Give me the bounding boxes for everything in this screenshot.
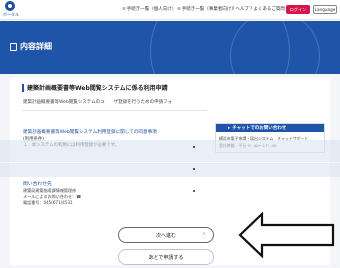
scroll-dot	[193, 190, 195, 192]
help-icon: ?	[232, 6, 235, 12]
divider	[22, 110, 207, 111]
site-header: ポータル ≡ 手続き一覧（個人向け） ≡ 手続き一覧（事業者向け） ? ヘルプ …	[0, 0, 340, 20]
nav-help[interactable]: ? ヘルプ	[232, 6, 249, 13]
chevron-right-icon: ›	[203, 231, 205, 237]
question-icon: ?	[250, 6, 253, 12]
list-icon: ≡	[177, 6, 181, 12]
login-button[interactable]: ログイン	[286, 5, 310, 14]
section-title-text: 建築計画概要書等Web閲覧システムに係る利用申請	[27, 85, 168, 92]
list-icon: ≡	[122, 6, 126, 12]
agreement-link[interactable]: 建築計画概要書等Web閲覧システム利用登録に関しての同意事項	[23, 129, 157, 135]
language-button[interactable]: Language	[313, 5, 337, 14]
chat-icon: ▸	[228, 125, 231, 131]
apply-later-button[interactable]: あとで申請する	[118, 249, 214, 265]
nav-procedures-individual[interactable]: ≡ 手続き一覧（個人向け）	[122, 6, 177, 13]
next-button[interactable]: 次へ進む ›	[118, 227, 214, 243]
site-logo[interactable]: ポータル	[3, 1, 19, 19]
next-button-label: 次へ進む	[155, 232, 176, 239]
page-banner: 内容詳細	[0, 21, 340, 74]
chat-header[interactable]: ▸ チャットでのお問い合わせ	[216, 124, 324, 132]
page: ポータル ≡ 手続き一覧（個人向け） ≡ 手続き一覧（事業者向け） ? ヘルプ …	[0, 0, 340, 268]
logo-mark-icon	[5, 1, 15, 11]
scroll-dot	[193, 146, 195, 148]
logo-text: ポータル	[3, 12, 19, 17]
title-accent-bar	[22, 83, 24, 92]
nav-faq[interactable]: ? よくあるご質問	[250, 6, 285, 13]
section-title: 建築計画概要書等Web閲覧システムに係る利用申請	[22, 83, 168, 92]
description-text: 建築計画概要書等Web閲覧システムのユ ザ登録を行うための申請フォ	[23, 100, 173, 105]
contact-line: 電話番号：045(671)4531	[23, 200, 73, 205]
nav-label: 手続き一覧（個人向け）	[126, 7, 177, 12]
scroll-dot	[193, 168, 195, 170]
apply-later-label: あとで申請する	[148, 254, 184, 261]
page-title: 内容詳細	[10, 41, 52, 52]
left-arrow-icon	[238, 212, 335, 258]
nav-label: よくあるご質問	[253, 7, 285, 12]
nav-label: 手続き一覧（事業者向け）	[181, 7, 236, 12]
nav-label: ヘルプ	[235, 7, 249, 12]
nav-procedures-business[interactable]: ≡ 手続き一覧（事業者向け）	[177, 6, 236, 13]
document-icon	[10, 42, 17, 51]
chat-title: チャットでのお問い合わせ	[232, 126, 287, 131]
contact-heading: 問い合わせ先	[23, 182, 52, 187]
overlay-band	[0, 140, 340, 162]
overlay-band	[0, 163, 340, 177]
page-title-text: 内容詳細	[20, 42, 52, 51]
banner-decoration	[230, 21, 320, 74]
